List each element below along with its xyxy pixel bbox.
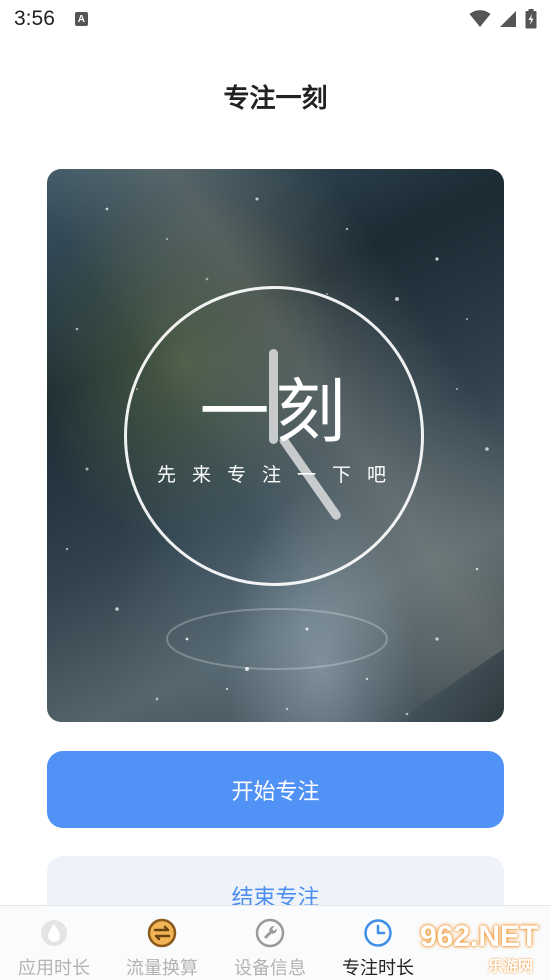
wrench-icon [253, 916, 287, 950]
hero-title: 一刻 [199, 371, 352, 453]
tab-traffic-conversion[interactable]: 流量换算 [108, 906, 216, 980]
status-time: 3:56 [14, 7, 55, 30]
exchange-icon [145, 916, 179, 950]
clock-icon [361, 916, 395, 950]
drop-icon [37, 916, 71, 950]
wifi-icon [469, 10, 491, 27]
tab-label: 应用时长 [18, 958, 90, 979]
tab-label: 流量换算 [126, 958, 198, 979]
bottom-tab-bar: 应用时长 流量换算 设备信息 专注时长 [0, 905, 551, 980]
signal-icon [500, 11, 516, 27]
tab-focus-time[interactable]: 专注时长 [324, 906, 432, 980]
page-title: 专注一刻 [223, 84, 328, 114]
hero-subtitle: 先来专注一下吧 [156, 464, 402, 486]
tab-label: 设备信息 [234, 958, 306, 979]
notification-a-icon: A [74, 12, 88, 26]
start-focus-button[interactable]: 开始专注 [47, 751, 504, 828]
tab-label: 专注时长 [342, 958, 414, 979]
battery-icon [525, 9, 537, 29]
tab-app-usage[interactable]: 应用时长 [0, 906, 108, 980]
focus-hero-card: 一刻 先来专注一下吧 [47, 169, 504, 722]
status-bar: 3:56 A [0, 0, 551, 38]
status-icons [469, 9, 537, 29]
tab-device-info[interactable]: 设备信息 [216, 906, 324, 980]
